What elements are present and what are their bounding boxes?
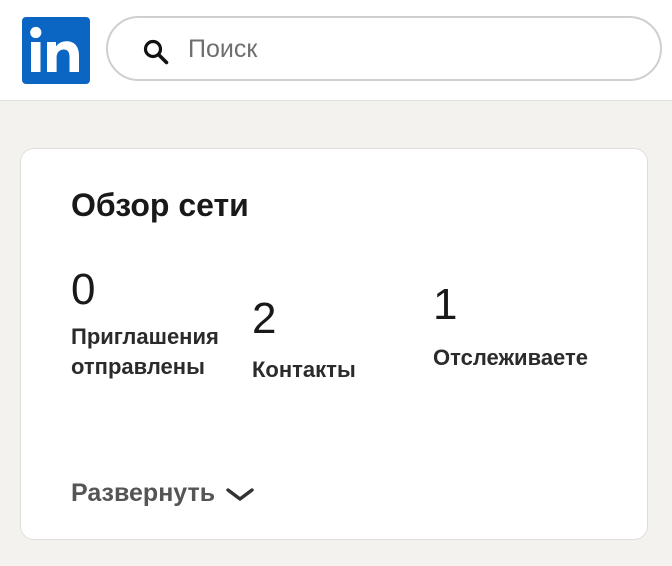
top-navigation-bar <box>0 0 672 101</box>
network-overview-card: Обзор сети 0 Приглашения отправлены 2 Ко… <box>20 148 648 540</box>
search-icon <box>143 39 169 65</box>
chevron-down-icon <box>226 487 254 501</box>
stat-following[interactable]: 1 Отслеживаете <box>433 279 603 373</box>
search-input[interactable] <box>188 31 628 67</box>
stat-value: 1 <box>433 280 458 329</box>
stat-value: 2 <box>252 294 277 343</box>
stat-label: Контакты <box>252 357 356 382</box>
stat-label: Приглашения отправлены <box>71 324 219 379</box>
stat-invitations-sent[interactable]: 0 Приглашения отправлены <box>71 264 231 382</box>
card-title: Обзор сети <box>71 187 249 223</box>
stat-label: Отслеживаете <box>433 345 589 370</box>
expand-button[interactable]: Развернуть <box>71 479 255 508</box>
expand-label: Развернуть <box>71 479 216 507</box>
stat-connections[interactable]: 2 Контакты <box>252 293 412 385</box>
search-bar[interactable] <box>106 16 662 81</box>
linkedin-logo-icon[interactable] <box>22 17 90 84</box>
stat-value: 0 <box>71 265 96 314</box>
